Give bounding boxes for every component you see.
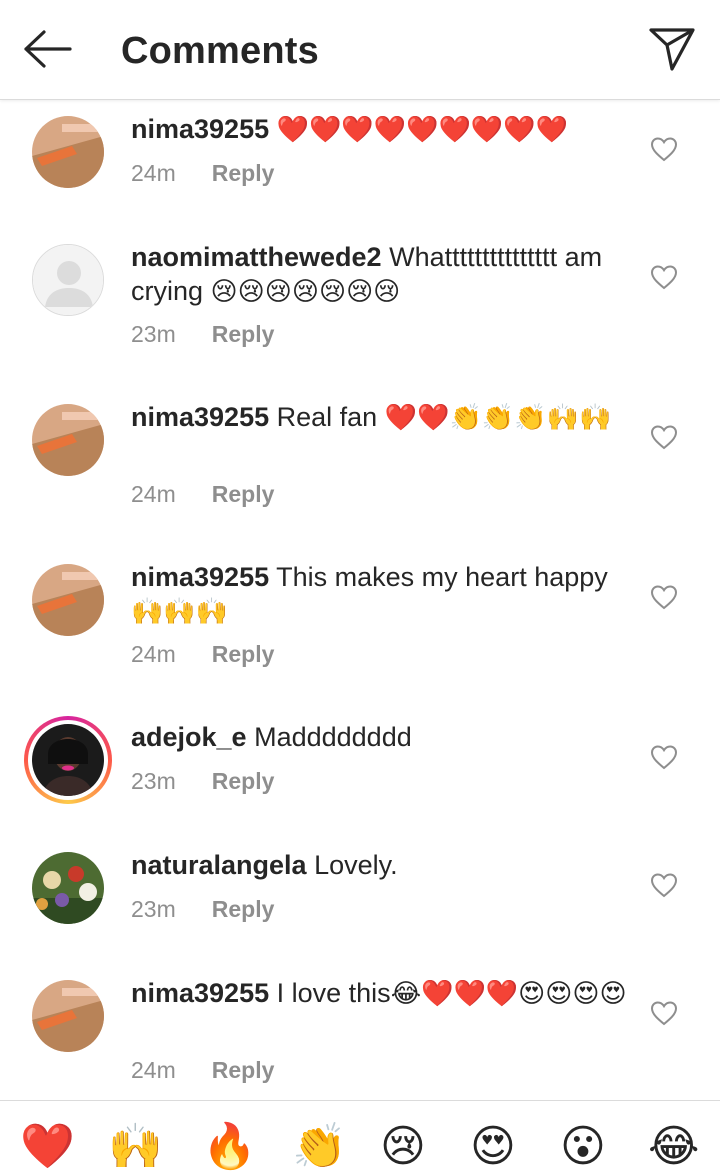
comment-body: Real fan bbox=[276, 402, 378, 432]
comment-text: adejok_e Madddddddd bbox=[131, 720, 631, 754]
comment-text: nima39255 Real fan ❤️❤️👏👏👏🙌🙌 bbox=[131, 400, 631, 434]
comment-body: This makes my heart happy bbox=[276, 562, 608, 592]
comment-username[interactable]: nima39255 bbox=[131, 562, 269, 592]
reply-button[interactable]: Reply bbox=[212, 1057, 275, 1083]
comment-emojis: 😢😢😢😢😢😢😢 bbox=[210, 276, 401, 306]
comment-meta: 23m Reply bbox=[131, 321, 274, 348]
reply-button[interactable]: Reply bbox=[212, 641, 275, 667]
heart-outline-icon[interactable] bbox=[650, 136, 678, 162]
comment-body: Madddddddd bbox=[254, 722, 412, 752]
avatar-story-ring[interactable] bbox=[24, 716, 112, 804]
comment-body: Lovely. bbox=[314, 850, 398, 880]
comments-list[interactable]: nima39255 ❤️❤️❤️❤️❤️❤️❤️❤️❤️ 24m Reply na… bbox=[0, 100, 720, 1100]
comment-text: nima39255 I love this😂❤️❤️❤️😍😍😍😍 bbox=[131, 976, 631, 1010]
avatar[interactable] bbox=[32, 116, 104, 188]
comment-username[interactable]: nima39255 bbox=[131, 978, 269, 1008]
comment-meta: 24m Reply bbox=[131, 160, 274, 187]
comment-text: nima39255 This makes my heart happy 🙌🙌🙌 bbox=[131, 560, 631, 628]
comment-emojis: ❤️❤️👏👏👏🙌🙌 bbox=[384, 402, 612, 432]
top-bar: Comments bbox=[0, 0, 720, 100]
comment-username[interactable]: nima39255 bbox=[131, 402, 269, 432]
comment-time: 24m bbox=[131, 1057, 176, 1083]
comment-emojis: ❤️❤️❤️❤️❤️❤️❤️❤️❤️ bbox=[276, 114, 568, 144]
reply-button[interactable]: Reply bbox=[212, 768, 275, 794]
comment-emojis: 🙌🙌🙌 bbox=[131, 596, 229, 626]
paper-plane-icon bbox=[648, 26, 696, 77]
comment-meta: 24m Reply bbox=[131, 481, 274, 508]
reaction-heart-eyes-button[interactable]: 😍 bbox=[470, 1119, 516, 1173]
comment-meta: 23m Reply bbox=[131, 768, 274, 795]
reaction-fire-button[interactable]: 🔥 bbox=[202, 1119, 257, 1173]
share-button[interactable] bbox=[646, 26, 698, 76]
heart-outline-icon[interactable] bbox=[650, 264, 678, 290]
comment-body: I love this bbox=[276, 978, 391, 1008]
heart-outline-icon[interactable] bbox=[650, 424, 678, 450]
reply-button[interactable]: Reply bbox=[212, 896, 275, 922]
page-title: Comments bbox=[121, 30, 319, 72]
comment-time: 23m bbox=[131, 768, 176, 794]
reaction-clap-button[interactable]: 👏 bbox=[292, 1119, 347, 1173]
comment-meta: 24m Reply bbox=[131, 1057, 274, 1084]
quick-reaction-bar: ❤️ 🙌 🔥 👏 😢 😍 😮 😂 bbox=[0, 1100, 720, 1173]
avatar[interactable] bbox=[32, 980, 104, 1052]
heart-outline-icon[interactable] bbox=[650, 1000, 678, 1026]
heart-outline-icon[interactable] bbox=[650, 744, 678, 770]
avatar-ring-inner bbox=[28, 720, 108, 800]
reaction-laughing-button[interactable]: 😂 bbox=[648, 1119, 699, 1173]
comment-username[interactable]: naturalangela bbox=[131, 850, 307, 880]
comment-username[interactable]: naomimatthewede2 bbox=[131, 242, 382, 272]
comment-time: 24m bbox=[131, 160, 176, 186]
reply-button[interactable]: Reply bbox=[212, 160, 275, 186]
comment-text: naturalangela Lovely. bbox=[131, 848, 631, 882]
reaction-crying-button[interactable]: 😢 bbox=[380, 1119, 426, 1173]
avatar[interactable] bbox=[32, 244, 104, 316]
reply-button[interactable]: Reply bbox=[212, 321, 275, 347]
avatar bbox=[32, 724, 104, 796]
comment-username[interactable]: nima39255 bbox=[131, 114, 269, 144]
comment-text: nima39255 ❤️❤️❤️❤️❤️❤️❤️❤️❤️ bbox=[131, 112, 631, 146]
avatar[interactable] bbox=[32, 852, 104, 924]
comment-time: 23m bbox=[131, 321, 176, 347]
reply-button[interactable]: Reply bbox=[212, 481, 275, 507]
heart-outline-icon[interactable] bbox=[650, 584, 678, 610]
arrow-left-icon bbox=[22, 29, 72, 74]
comment-emojis: 😂❤️❤️❤️😍😍😍😍 bbox=[390, 978, 627, 1008]
avatar[interactable] bbox=[32, 404, 104, 476]
comment-meta: 24m Reply bbox=[131, 641, 274, 668]
comment-time: 24m bbox=[131, 641, 176, 667]
back-button[interactable] bbox=[18, 26, 76, 76]
comment-text: naomimatthewede2 Whattttttttttttttt am c… bbox=[131, 240, 631, 308]
avatar[interactable] bbox=[32, 564, 104, 636]
reaction-raised-hands-button[interactable]: 🙌 bbox=[108, 1119, 163, 1173]
reaction-heart-button[interactable]: ❤️ bbox=[20, 1119, 75, 1173]
reaction-surprised-button[interactable]: 😮 bbox=[560, 1119, 606, 1173]
heart-outline-icon[interactable] bbox=[650, 872, 678, 898]
comment-time: 24m bbox=[131, 481, 176, 507]
comment-username[interactable]: adejok_e bbox=[131, 722, 247, 752]
comment-time: 23m bbox=[131, 896, 176, 922]
comment-meta: 23m Reply bbox=[131, 896, 274, 923]
